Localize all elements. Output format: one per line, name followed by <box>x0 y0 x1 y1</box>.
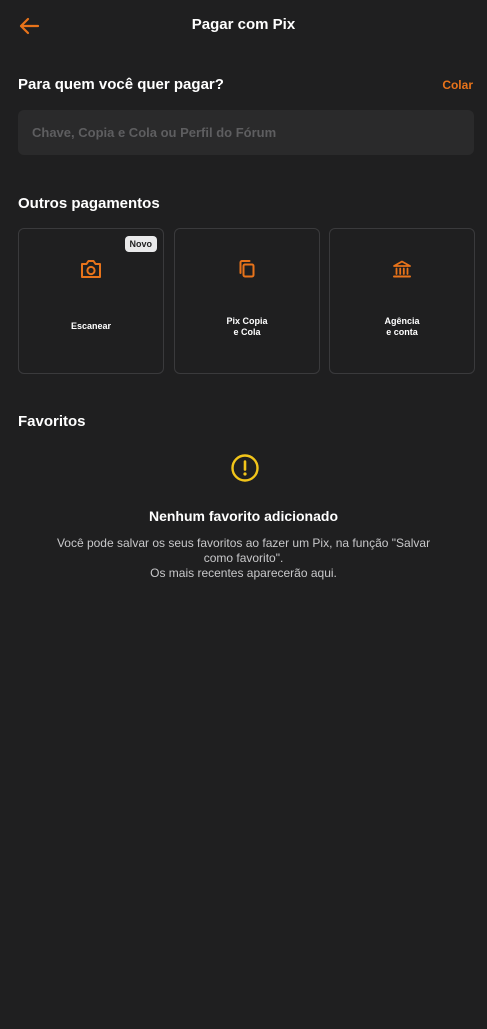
scan-card[interactable]: Novo Escanear <box>18 228 164 374</box>
agency-account-card[interactable]: Agência e conta <box>329 228 475 374</box>
empty-state-line2: como favorito". <box>203 551 284 565</box>
agency-account-label-line2: e conta <box>386 327 418 337</box>
empty-state-description: Você pode salvar os seus favoritos ao fa… <box>30 536 457 581</box>
recipient-heading: Para quem você quer pagar? <box>18 76 224 93</box>
pix-copy-paste-label-line1: Pix Copia <box>226 316 268 326</box>
scan-label: Escanear <box>70 321 112 331</box>
favorites-heading: Favoritos <box>18 413 86 430</box>
new-badge: Novo <box>124 236 157 252</box>
agency-account-label: Agência e conta <box>338 316 466 338</box>
payment-options: Novo Escanear Pix Copia e Cola Agência e… <box>18 228 475 374</box>
pix-copy-paste-card[interactable]: Pix Copia e Cola <box>174 228 320 374</box>
camera-icon <box>81 260 101 278</box>
alert-circle-icon <box>231 454 259 482</box>
header: Pagar com Pix <box>0 0 487 52</box>
paste-button[interactable]: Colar <box>442 78 473 92</box>
bank-icon <box>393 260 411 278</box>
copy-icon <box>239 260 255 278</box>
other-payments-heading: Outros pagamentos <box>18 195 160 212</box>
page-title: Pagar com Pix <box>191 16 296 33</box>
empty-state-line3: Os mais recentes aparecerão aqui. <box>150 566 337 580</box>
recipient-input[interactable] <box>32 110 460 155</box>
pix-copy-paste-label: Pix Copia e Cola <box>183 316 311 338</box>
agency-account-label-line1: Agência <box>384 316 420 326</box>
empty-state-title: Nenhum favorito adicionado <box>148 508 338 524</box>
empty-state-line1: Você pode salvar os seus favoritos ao fa… <box>56 536 431 550</box>
pix-copy-paste-label-line2: e Cola <box>233 327 261 337</box>
recipient-field[interactable] <box>18 110 474 155</box>
